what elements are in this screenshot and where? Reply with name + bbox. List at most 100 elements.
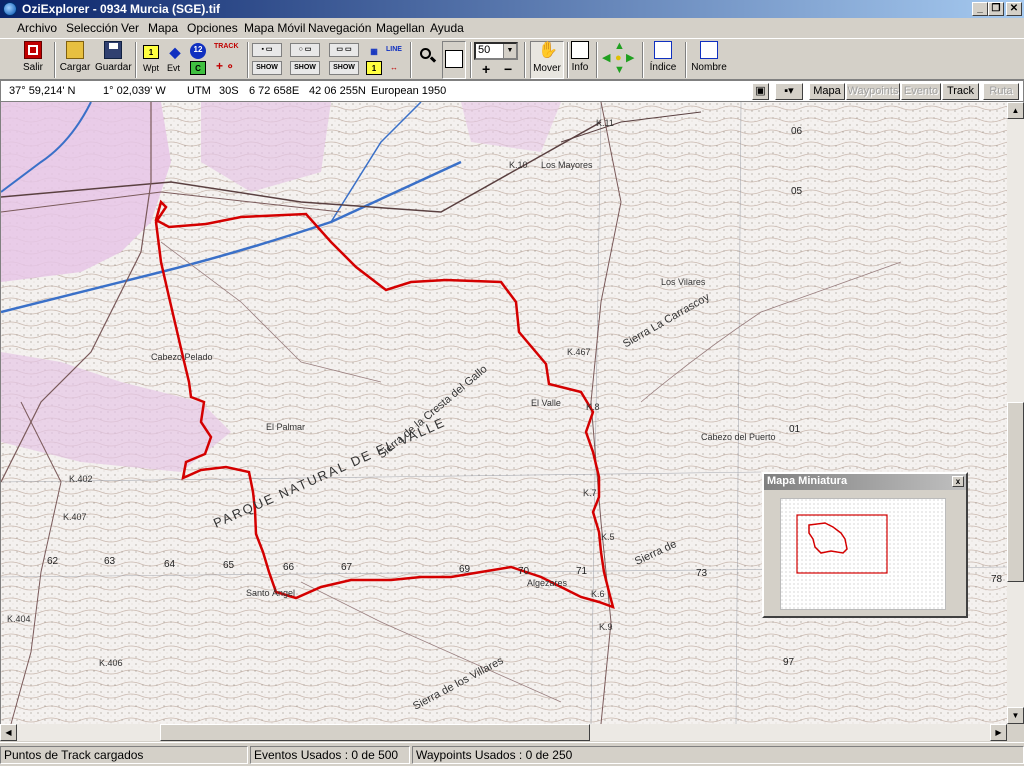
line-tool-icon[interactable]: LINE <box>386 43 402 57</box>
status-message: Puntos de Track cargados <box>0 746 248 764</box>
guardar-button[interactable]: Guardar <box>95 41 132 79</box>
tab-track[interactable]: Track <box>942 83 979 100</box>
tab-evento[interactable]: Evento <box>901 83 941 100</box>
grid-number: 67 <box>341 562 353 573</box>
km-label: K.8 <box>586 402 600 412</box>
floppy-disk-icon <box>104 41 122 59</box>
toolbar-separator <box>524 42 526 78</box>
measure-icon[interactable]: ↔ <box>386 61 402 75</box>
show-routes-toggle[interactable]: SHOW <box>290 61 320 75</box>
open-folder-icon <box>66 41 84 59</box>
add-track-point-icon[interactable]: + ∘ <box>216 59 234 73</box>
toolbar-separator <box>410 42 412 78</box>
tab-waypoints[interactable]: Waypoints <box>846 83 900 100</box>
horizontal-scrollbar[interactable]: ◀ ▶ <box>0 724 1007 741</box>
waypoint-icon[interactable]: 1 <box>143 45 159 59</box>
grid-number: 66 <box>283 562 295 573</box>
salir-button[interactable]: Salir <box>16 41 50 79</box>
minimap-window[interactable]: Mapa Miniatura x <box>762 472 968 618</box>
green-waypoint-icon[interactable]: C <box>190 61 206 75</box>
minimap-title: Mapa Miniatura <box>767 475 848 487</box>
menu-archivo[interactable]: Archivo <box>17 21 57 35</box>
map-view[interactable]: PARQUE NATURAL DE EL VALLE Sierra de la … <box>0 102 1007 724</box>
zoom-tool-button[interactable] <box>442 41 466 79</box>
zoom-in-button[interactable]: + <box>482 61 490 77</box>
indice-button[interactable]: Índice <box>648 41 678 79</box>
mover-button[interactable]: ✋ Mover <box>530 41 564 79</box>
vertical-scroll-thumb[interactable] <box>1007 402 1024 582</box>
toolbar-separator <box>642 42 644 78</box>
salir-label: Salir <box>22 62 43 73</box>
toolbar-separator <box>685 42 687 78</box>
scroll-down-button[interactable]: ▼ <box>1007 707 1024 724</box>
tab-ruta[interactable]: Ruta <box>983 83 1019 100</box>
minimize-button[interactable]: _ <box>972 2 988 16</box>
chevron-down-icon[interactable]: ▼ <box>503 44 516 58</box>
save-arrow-icon: ▪▾ <box>784 85 794 97</box>
menu-mapa[interactable]: Mapa <box>148 21 178 35</box>
app-icon <box>3 2 17 16</box>
show-waypoints-toggle[interactable]: ▪ ▭ <box>252 43 282 57</box>
exit-icon <box>24 41 42 59</box>
latitude: 37° 59,214' N <box>9 85 76 97</box>
minimap-view[interactable] <box>780 498 946 610</box>
close-button[interactable]: ✕ <box>1006 2 1022 16</box>
minimap-close-button[interactable]: x <box>952 476 964 487</box>
menu-seleccion[interactable]: Selección <box>66 21 118 35</box>
menu-opciones[interactable]: Opciones <box>187 21 238 35</box>
maximize-button[interactable]: ❐ <box>988 2 1004 16</box>
km-label: K.7 <box>583 488 597 498</box>
scroll-up-button[interactable]: ▲ <box>1007 102 1024 119</box>
place-label: Santo Ángel <box>246 588 296 598</box>
evt-label[interactable]: Evt <box>167 63 180 73</box>
menu-ayuda[interactable]: Ayuda <box>430 21 464 35</box>
zoom-out-button[interactable]: − <box>504 61 512 77</box>
grid-number: 97 <box>783 657 795 668</box>
menu-mapa-movil[interactable]: Mapa Móvil <box>244 21 305 35</box>
cargar-button[interactable]: Cargar <box>58 41 92 79</box>
tab-mapa[interactable]: Mapa <box>809 83 845 100</box>
zoom-level-select[interactable]: 50 ▼ <box>474 42 518 60</box>
grid-number: 70 <box>518 566 530 577</box>
grid-number: 71 <box>576 566 588 577</box>
map-image-button[interactable]: ▣ <box>752 83 769 100</box>
grid-icon[interactable]: ▦ <box>366 45 382 59</box>
show-all-toggle[interactable]: SHOW <box>329 61 359 75</box>
nombre-button[interactable]: Nombre <box>690 41 728 79</box>
place-label: Algezares <box>527 578 568 588</box>
grid-number: 73 <box>696 568 708 579</box>
scroll-left-button[interactable]: ◀ <box>0 724 17 741</box>
minimap-title-bar[interactable]: Mapa Miniatura x <box>764 474 966 490</box>
place-label: K.467 <box>567 347 591 357</box>
event-diamond-icon[interactable]: ◆ <box>167 45 183 59</box>
show-events-toggle[interactable]: ○ ▭ <box>290 43 320 57</box>
scroll-right-button[interactable]: ▶ <box>990 724 1007 741</box>
nombre-label: Nombre <box>691 62 727 73</box>
grid-number: 64 <box>164 559 176 570</box>
hand-icon: ✋ <box>538 42 558 59</box>
vertical-scrollbar[interactable]: ▲ ▼ <box>1007 102 1024 724</box>
waypoint-number-icon[interactable]: 12 <box>190 43 206 59</box>
km-label: K.407 <box>63 512 87 522</box>
show-names-toggle[interactable]: ▭ ▭ <box>329 43 359 57</box>
menu-magellan[interactable]: Magellan <box>376 21 425 35</box>
window-title: OziExplorer - 0934 Murcia (SGE).tif <box>22 2 221 16</box>
menu-navegacion[interactable]: Navegación <box>308 21 371 35</box>
save-view-button[interactable]: ▪▾ <box>775 83 803 100</box>
topographic-map <box>1 102 1007 724</box>
show-tracks-toggle[interactable]: SHOW <box>252 61 282 75</box>
wpt-label[interactable]: Wpt <box>143 63 159 73</box>
grid-number: 63 <box>104 556 116 567</box>
track-label[interactable]: TRACK <box>214 43 239 50</box>
menu-ver[interactable]: Ver <box>121 21 139 35</box>
find-button[interactable] <box>416 41 438 79</box>
toolbar-separator <box>596 42 598 78</box>
pan-arrows-button[interactable]: ▲ ◀ ● ▶ ▼ <box>600 41 638 79</box>
waypoint-list-icon[interactable]: 1 <box>366 61 382 75</box>
place-label: Los Vilares <box>661 277 706 287</box>
menu-bar: Archivo Selección Ver Mapa Opciones Mapa… <box>0 18 1024 38</box>
title-bar: OziExplorer - 0934 Murcia (SGE).tif _ ❐ … <box>0 0 1024 18</box>
horizontal-scroll-thumb[interactable] <box>160 724 590 741</box>
grid-number: 65 <box>223 560 235 571</box>
info-button[interactable]: Info <box>568 41 592 79</box>
